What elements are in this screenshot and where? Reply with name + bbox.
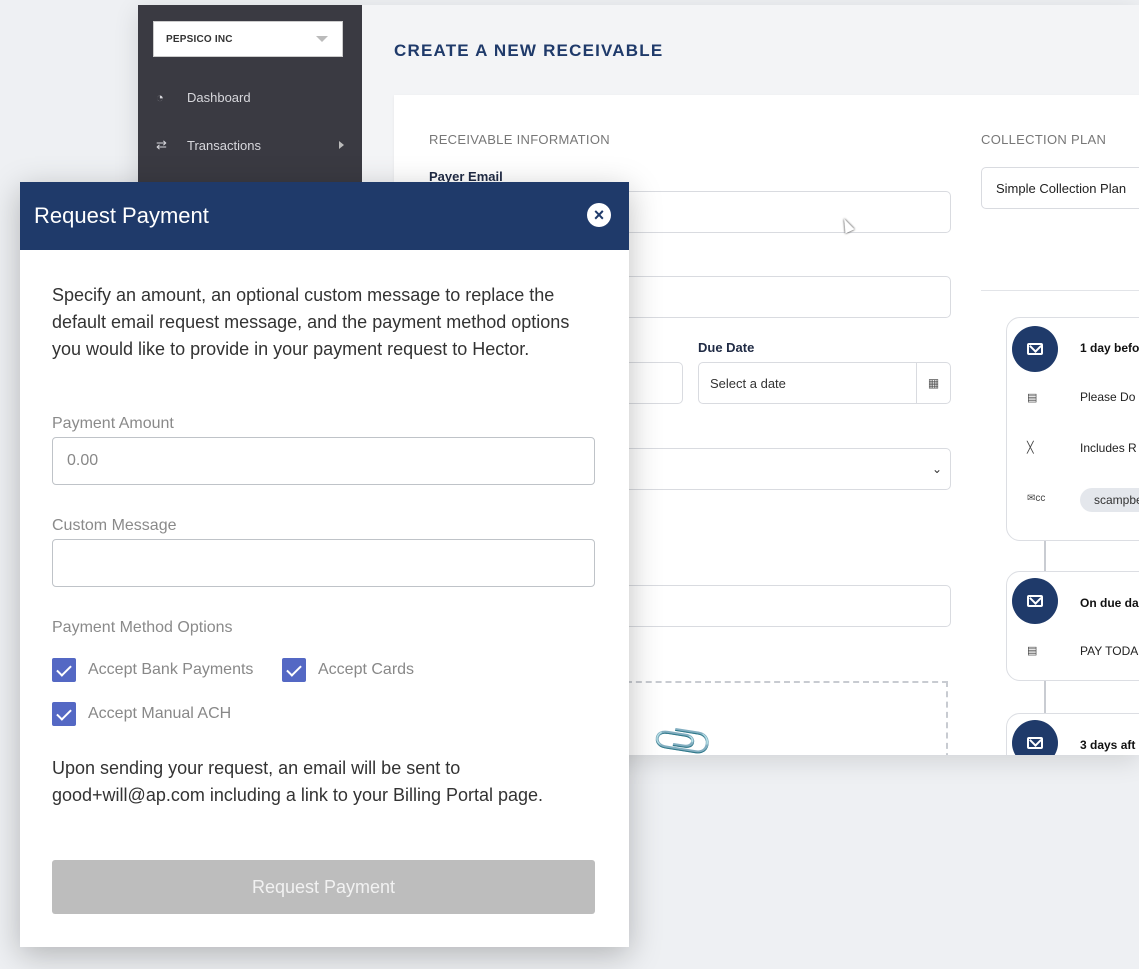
due-date-label: Due Date	[698, 340, 755, 355]
transfer-icon: ⇄	[156, 137, 167, 152]
collection-plan-value: Simple Collection Plan	[996, 180, 1127, 196]
timeline-step-title: 1 day befo	[1080, 341, 1139, 355]
checkbox-label: Accept Manual ACH	[88, 705, 232, 722]
sidebar-item-label: Dashboard	[187, 89, 251, 105]
modal-description: Specify an amount, an optional custom me…	[52, 285, 570, 359]
checkbox-label: Accept Cards	[318, 661, 415, 678]
collection-plan-select[interactable]: Simple Collection Plan	[981, 167, 1139, 209]
modal-title: Request Payment	[34, 203, 209, 228]
custom-message-label: Custom Message	[52, 517, 177, 534]
payment-amount-placeholder: 0.00	[67, 452, 99, 469]
timeline-step-text: Includes R	[1080, 441, 1137, 455]
email-notice: Upon sending your request, an email will…	[52, 758, 544, 805]
payment-methods-label: Payment Method Options	[52, 619, 233, 636]
timeline-step[interactable]: 1 day befo ▤ Please Do ╳ Includes R ✉cc …	[1006, 317, 1139, 541]
modal-header: Request Payment ×	[20, 182, 629, 250]
caret-down-icon	[316, 36, 328, 42]
form-select[interactable]: ⌄	[614, 448, 951, 490]
email-cc-icon: ✉cc	[1027, 493, 1046, 504]
chevron-down-icon: ⌄	[931, 462, 942, 476]
receivable-section-heading: RECEIVABLE INFORMATION	[429, 132, 610, 147]
due-date-placeholder: Select a date	[710, 375, 786, 391]
sidebar-item-transactions[interactable]: ⇄ Transactions	[156, 130, 346, 160]
request-payment-modal: Request Payment × Specify an amount, an …	[20, 182, 629, 947]
due-date-input[interactable]: Select a date ▦	[698, 362, 951, 404]
payer-email-input[interactable]	[614, 191, 951, 233]
email-icon	[1012, 720, 1058, 755]
paperclip-icon: ╳	[1027, 442, 1034, 454]
timeline-step-title: On due da	[1080, 596, 1139, 610]
checkbox-checked-icon[interactable]	[282, 658, 306, 682]
modal-description-block: Specify an amount, an optional custom me…	[52, 282, 602, 363]
payment-amount-input[interactable]: 0.00	[52, 437, 595, 485]
timeline-step-text: PAY TODA	[1080, 644, 1139, 658]
payment-amount-label: Payment Amount	[52, 415, 174, 432]
timeline-step-text: Please Do	[1080, 390, 1136, 404]
divider	[981, 290, 1139, 291]
cc-recipient-pill[interactable]: scampbe	[1080, 488, 1139, 512]
request-payment-button[interactable]: Request Payment	[52, 860, 595, 914]
accept-manual-ach-option[interactable]: Accept Manual ACH	[52, 702, 231, 726]
checkbox-checked-icon[interactable]	[52, 702, 76, 726]
company-name: PEPSICO INC	[166, 33, 233, 45]
close-icon: ×	[593, 204, 605, 225]
company-select[interactable]: PEPSICO INC	[153, 21, 343, 57]
timeline-step[interactable]: 3 days aft	[1006, 713, 1139, 755]
custom-message-input[interactable]	[52, 539, 595, 587]
chevron-right-icon	[339, 141, 344, 149]
close-button[interactable]: ×	[587, 203, 611, 227]
email-icon	[1012, 578, 1058, 624]
accept-cards-option[interactable]: Accept Cards	[282, 658, 414, 682]
document-icon: ▤	[1027, 392, 1038, 404]
accept-bank-payments-option[interactable]: Accept Bank Payments	[52, 658, 253, 682]
sidebar-item-label: Transactions	[187, 137, 261, 153]
calendar-icon[interactable]: ▦	[916, 363, 950, 403]
checkbox-label: Accept Bank Payments	[88, 661, 254, 678]
form-input[interactable]	[614, 585, 951, 627]
timeline-step[interactable]: On due da ▤ PAY TODA	[1006, 571, 1139, 681]
sidebar-item-dashboard[interactable]: ◔ Dashboard	[156, 82, 346, 112]
dashboard-icon: ◔	[156, 89, 164, 105]
timeline-step-title: 3 days aft	[1080, 738, 1136, 752]
checkbox-checked-icon[interactable]	[52, 658, 76, 682]
form-input[interactable]	[614, 276, 951, 318]
collection-plan-heading: COLLECTION PLAN	[981, 132, 1107, 147]
page-title: CREATE A NEW RECEIVABLE	[394, 41, 664, 60]
document-icon: ▤	[1027, 645, 1038, 657]
email-icon	[1012, 326, 1058, 372]
